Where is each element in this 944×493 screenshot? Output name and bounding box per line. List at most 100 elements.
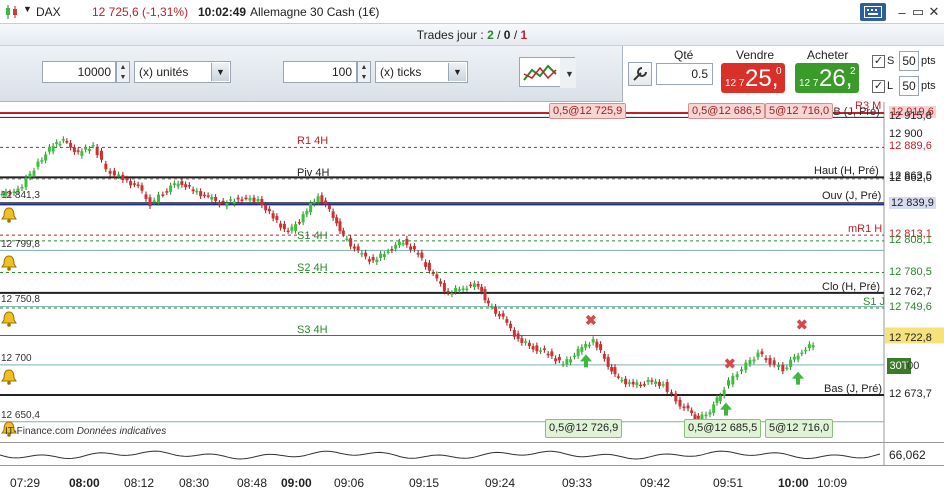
candle-body	[379, 253, 383, 258]
candle-body	[169, 185, 173, 192]
level-label-s1-j: S1 J	[863, 296, 886, 308]
oscillator-panel[interactable]: 66,062	[0, 442, 944, 467]
units-stepper[interactable]: ▲ ▼	[116, 61, 130, 83]
candle-body	[225, 203, 229, 207]
close-icon[interactable]: ✕	[922, 3, 944, 21]
brand-note: Données indicatives	[76, 426, 167, 437]
candle-body	[785, 367, 789, 370]
ticks-input[interactable]: 100	[283, 61, 357, 83]
price-axis-label: 12 749,6	[889, 300, 932, 313]
trades-sep: /	[513, 28, 518, 42]
price-axis-label: 12 762,7	[889, 285, 932, 298]
candle-body	[132, 183, 136, 185]
candle-body	[542, 348, 546, 350]
time-axis-label: 09:24	[485, 476, 516, 490]
limit-points-input[interactable]: 50	[899, 76, 919, 96]
time-axis-label: 08:00	[69, 476, 100, 490]
candle-body	[565, 359, 569, 365]
candle-body	[682, 406, 686, 409]
time-axis-label: 09:15	[409, 476, 440, 490]
candle-body	[811, 345, 815, 348]
stop-label: S	[887, 55, 895, 67]
bell-icon[interactable]	[0, 254, 18, 272]
price-chart[interactable]: ✖ ✖ ✖ 12 841,3 12 799,8 12 750,8 12 700 12…	[0, 100, 944, 442]
ticks-select[interactable]: (x) ticks ▼	[375, 61, 468, 83]
candle-body	[65, 141, 69, 143]
chart-type-button[interactable]: ▼	[519, 57, 576, 88]
candle-body	[635, 382, 639, 386]
candle-body	[639, 384, 643, 387]
candlestick-icon[interactable]	[4, 4, 20, 20]
candle-body	[480, 286, 484, 292]
level-label-pivot-4h: Piv 4H	[297, 167, 330, 179]
candle-body	[61, 139, 65, 141]
candle-body	[172, 183, 176, 186]
bell-icon[interactable]	[0, 368, 18, 386]
candle-body	[665, 382, 669, 392]
brand-name: IT-Finance.com	[5, 426, 74, 437]
level-label-clo: Clo (H, Pré)	[822, 281, 881, 293]
wrench-icon[interactable]	[628, 62, 652, 86]
candle-body	[309, 203, 313, 213]
buy-button[interactable]: 12 7 26, 2	[795, 63, 859, 93]
candle-body	[715, 397, 719, 403]
candle-body	[152, 200, 156, 202]
order-tag-top[interactable]: 0,5@12 725,9	[549, 103, 627, 119]
chevron-down-icon[interactable]: ▼	[23, 4, 32, 14]
order-tag-top[interactable]: 0,5@12 686,5	[688, 103, 766, 119]
buy-arrow-icon	[580, 354, 592, 368]
time-axis-label: 09:33	[562, 476, 593, 490]
stop-checkbox[interactable]: ✓	[872, 55, 885, 68]
candle-body	[740, 369, 743, 372]
candle-body	[465, 288, 469, 291]
stop-points-unit: pts	[921, 55, 936, 67]
candle-body	[356, 246, 360, 251]
candle-body	[76, 150, 80, 152]
instrument-name[interactable]: DAX	[36, 5, 61, 19]
candle-body	[752, 359, 756, 362]
candle-body	[550, 351, 554, 357]
quantity-input[interactable]: 0.5	[656, 63, 713, 85]
candle-body	[718, 395, 722, 402]
candle-body	[661, 384, 665, 386]
candle-body	[316, 196, 320, 203]
order-tag-bottom[interactable]: 0,5@12 726,9	[545, 419, 623, 438]
level-label-r1-4h: R1 4H	[297, 135, 329, 147]
order-tag-top[interactable]: 5@12 716,0	[765, 103, 834, 119]
candle-body	[712, 404, 716, 413]
price-axis-label: 12 722,8	[889, 331, 932, 344]
candle-body	[483, 289, 487, 301]
chevron-down-icon[interactable]: ▼	[211, 63, 229, 81]
order-tag-bottom[interactable]: 5@12 716,0	[765, 419, 834, 438]
buy-arrow-icon	[792, 371, 804, 385]
units-select[interactable]: (x) unités ▼	[134, 61, 231, 83]
ticks-stepper[interactable]: ▲ ▼	[357, 61, 371, 83]
candle-body	[335, 217, 339, 224]
time-axis-label: 08:48	[237, 476, 268, 490]
price-axis-label: 12 780,5	[889, 265, 932, 278]
trades-count-1: 2	[487, 28, 494, 42]
keyboard-icon[interactable]	[860, 3, 886, 21]
price-axis-label: 12 862,0	[889, 172, 932, 185]
candle-body	[161, 194, 165, 196]
candle-body	[32, 170, 36, 176]
candle-body	[364, 252, 368, 257]
units-input[interactable]: 10000	[42, 61, 116, 83]
sell-price-prefix: 12 7	[725, 78, 745, 89]
candle-body	[95, 146, 99, 156]
limit-checkbox[interactable]: ✓	[872, 80, 885, 93]
chevron-down-icon[interactable]: ▼	[448, 63, 466, 81]
chart-canvas[interactable]: ✖ ✖ ✖	[0, 102, 944, 442]
candle-body	[264, 204, 268, 211]
units-select-value: (x) unités	[139, 65, 189, 79]
order-tag-bottom[interactable]: 0,5@12 685,5	[684, 419, 762, 438]
candle-body	[157, 194, 160, 203]
stop-points-input[interactable]: 50	[899, 51, 919, 71]
bell-icon[interactable]	[0, 206, 18, 224]
sell-button[interactable]: 12 7 25, 0	[721, 63, 785, 93]
price-axis-label: 12 915,8	[889, 110, 932, 123]
candle-body	[616, 376, 620, 378]
candle-body	[708, 412, 712, 415]
bell-icon[interactable]	[0, 310, 18, 328]
candle-body	[217, 202, 221, 205]
